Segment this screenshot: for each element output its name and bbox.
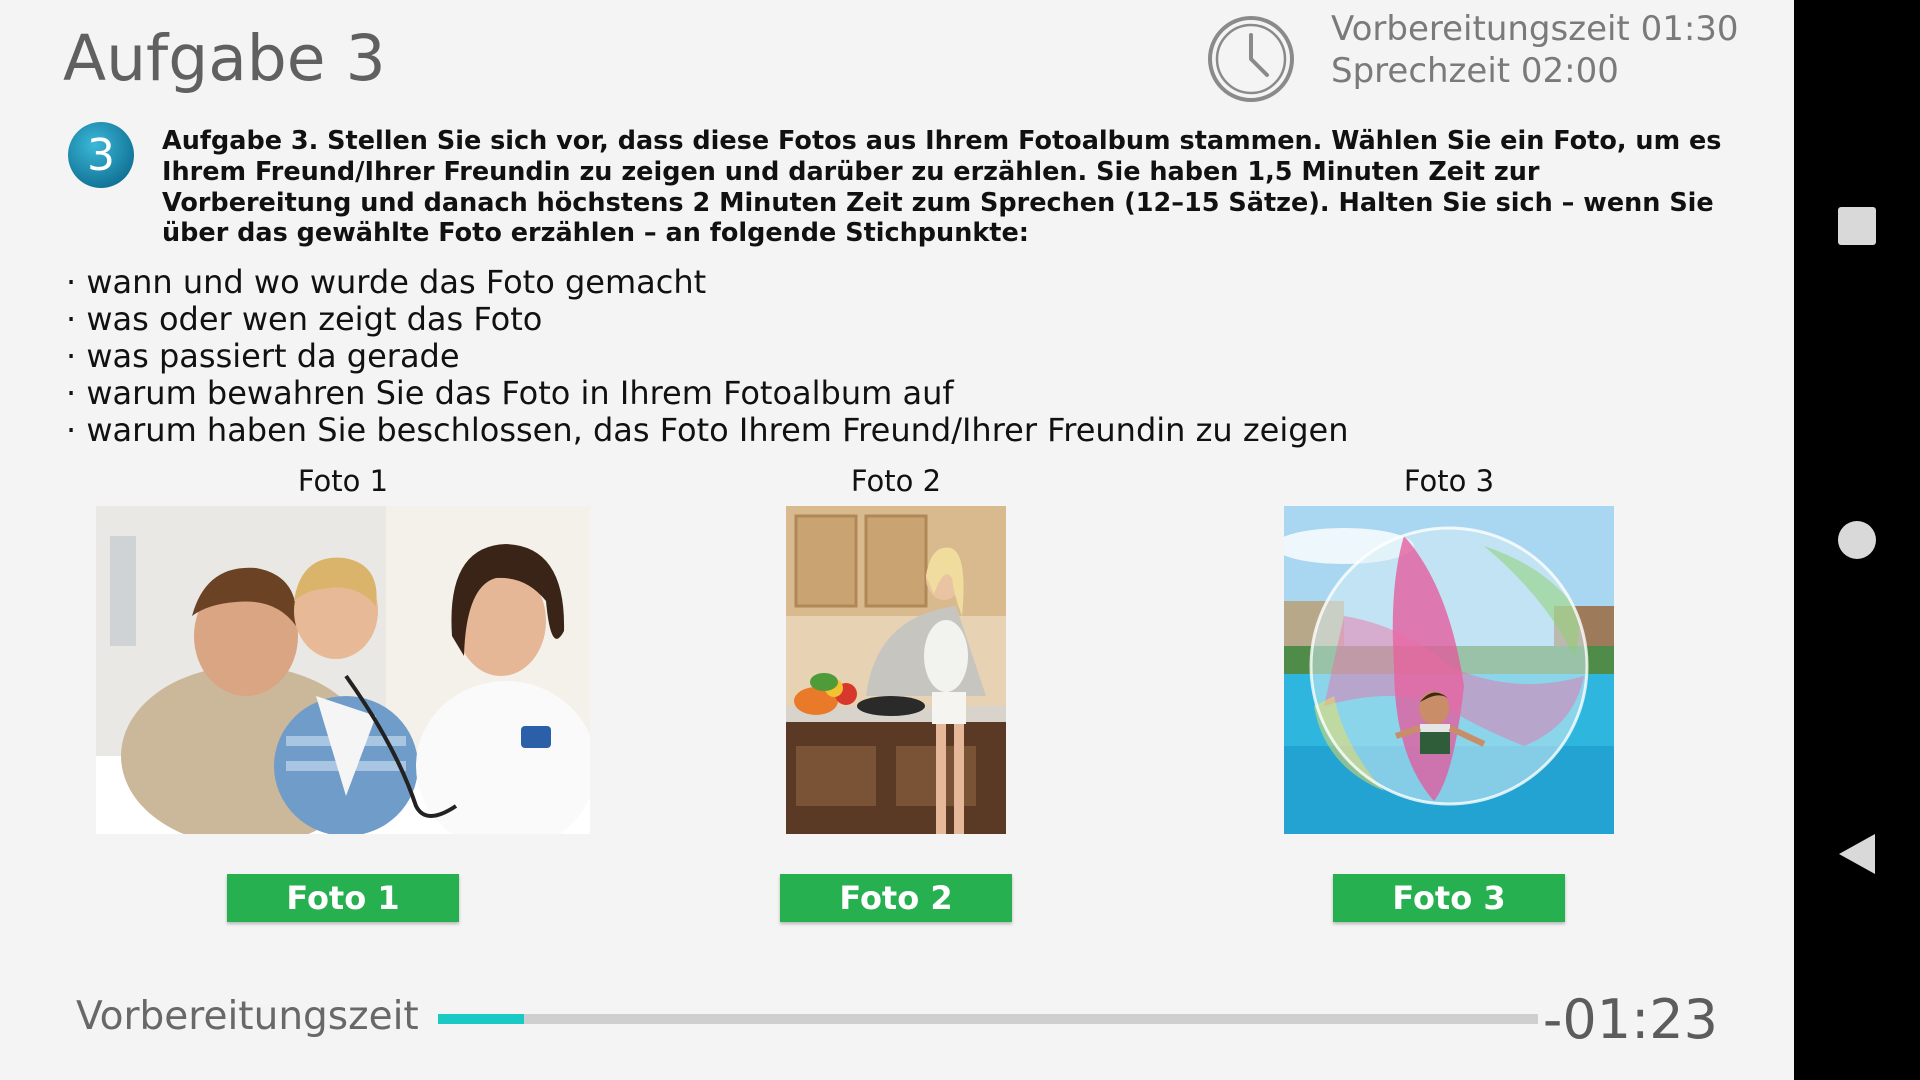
photo-column-1: Foto 1 Foto 1	[43, 460, 643, 922]
photo-3-image[interactable]	[1284, 506, 1614, 834]
back-button[interactable]	[1794, 792, 1920, 912]
photo-2-image[interactable]	[786, 506, 1006, 834]
photo-1-image[interactable]	[96, 506, 590, 834]
android-nav-bar	[1794, 0, 1920, 1080]
key-point: warum haben Sie beschlossen, das Foto Ih…	[66, 412, 1348, 449]
speaking-time: Sprechzeit 02:00	[1331, 51, 1619, 91]
key-points-list: wann und wo wurde das Foto gemacht was o…	[66, 264, 1349, 449]
preparation-time: Vorbereitungszeit 01:30	[1331, 9, 1739, 49]
key-point: was passiert da gerade	[66, 338, 1349, 375]
photo-column-3: Foto 3 Foto 3	[1149, 460, 1749, 922]
preparation-progress-bar	[438, 1014, 1538, 1024]
select-photo-2-button[interactable]: Foto 2	[780, 874, 1012, 922]
triangle-back-icon	[1839, 834, 1875, 874]
task-badge-number: 3	[87, 130, 115, 181]
key-point: was oder wen zeigt das Foto	[66, 301, 1349, 338]
task-instruction: Aufgabe 3. Stellen Sie sich vor, dass di…	[162, 126, 1722, 249]
select-photo-3-button[interactable]: Foto 3	[1333, 874, 1565, 922]
photo-caption-2: Foto 2	[850, 464, 942, 498]
key-point: wann und wo wurde das Foto gemacht	[66, 264, 1349, 301]
square-recents-icon	[1838, 207, 1876, 245]
select-photo-1-button[interactable]: Foto 1	[227, 874, 459, 922]
clock-icon	[1207, 15, 1295, 103]
photo-caption-1: Foto 1	[297, 464, 389, 498]
preparation-progress-fill	[438, 1014, 524, 1024]
countdown-timer: -01:23	[1542, 988, 1718, 1051]
recents-button[interactable]	[1794, 166, 1920, 286]
photo-column-2: Foto 2 Foto 2	[596, 460, 1196, 922]
task-screen: Aufgabe 3 Vorbereitungszeit 01:30 Sprech…	[0, 0, 1794, 1080]
timer-info: Vorbereitungszeit 01:30 Sprechzeit 02:00	[1331, 8, 1739, 92]
circle-home-icon	[1838, 521, 1876, 559]
key-point: warum bewahren Sie das Foto in Ihrem Fot…	[66, 375, 1349, 412]
photo-caption-3: Foto 3	[1403, 464, 1495, 498]
page-title: Aufgabe 3	[63, 22, 386, 95]
preparation-label: Vorbereitungszeit	[76, 994, 419, 1039]
home-button[interactable]	[1794, 480, 1920, 600]
task-number-badge: 3	[67, 121, 135, 189]
